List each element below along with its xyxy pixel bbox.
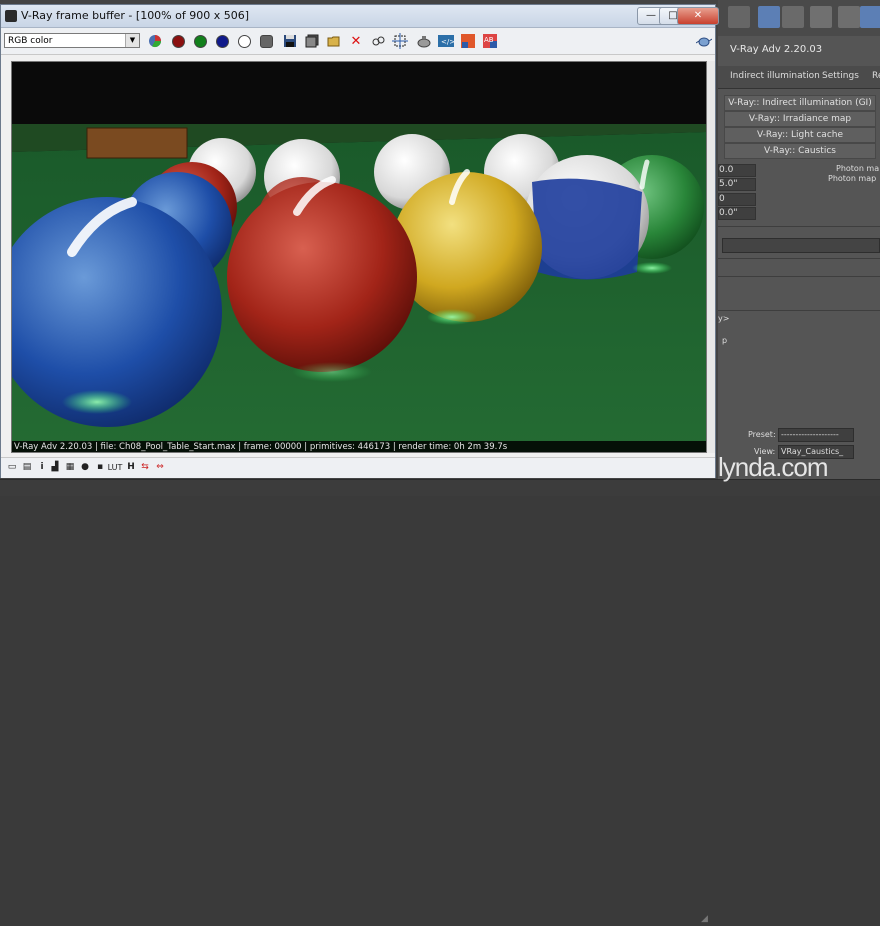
panel-title: V-Ray Adv 2.20.03 — [730, 44, 823, 55]
window-titlebar[interactable]: V-Ray frame buffer - [100% of 900 x 506]… — [1, 5, 719, 28]
hd-icon[interactable]: LUT — [108, 461, 123, 473]
vray-frame-buffer-window: V-Ray frame buffer - [100% of 900 x 506]… — [0, 4, 719, 924]
lut-small-icon[interactable]: ▪ — [94, 461, 106, 473]
render-icon[interactable] — [860, 6, 880, 28]
mono-icon[interactable] — [257, 32, 275, 50]
green-channel-icon[interactable] — [191, 32, 209, 50]
region-render-icon[interactable] — [391, 32, 409, 50]
info-icon[interactable]: i — [36, 461, 48, 473]
render-last-icon[interactable] — [415, 32, 433, 50]
rollout-caustics[interactable]: V-Ray:: Caustics — [724, 143, 876, 159]
divider — [718, 226, 880, 227]
tab-settings[interactable]: Settings — [822, 71, 859, 81]
track-mouse-icon[interactable] — [369, 32, 387, 50]
levels-icon[interactable]: ▤ — [21, 461, 33, 473]
blue-channel-icon[interactable] — [213, 32, 231, 50]
lut-icon[interactable]: </> — [437, 32, 455, 50]
vfb-history-icon[interactable]: AB — [481, 32, 499, 50]
red-channel-icon[interactable] — [169, 32, 187, 50]
pool-table-render — [12, 62, 706, 452]
exposure-icon[interactable]: ▦ — [64, 461, 76, 473]
spinner-1[interactable]: 0.0 — [718, 164, 756, 177]
preset-dropdown[interactable]: -------------------- — [778, 428, 854, 442]
resize-grip-icon[interactable]: ◢ — [701, 914, 713, 926]
misc-label-2: p — [722, 336, 728, 345]
schematic-icon[interactable] — [810, 6, 832, 28]
preset-label: Preset: — [748, 430, 776, 439]
render-info-bar: V-Ray Adv 2.20.03 | file: Ch08_Pool_Tabl… — [12, 441, 706, 452]
channel-select-value: RGB color — [8, 36, 53, 46]
divider — [718, 258, 880, 259]
teapot-icon[interactable] — [695, 32, 713, 50]
compare-icon[interactable]: ⇔ — [154, 461, 166, 473]
color-wheel-icon[interactable] — [146, 32, 164, 50]
vfb-toolbar: RGB color ▼ ✕ </> AB — [1, 28, 715, 55]
spinner-3[interactable]: 0 — [718, 193, 756, 206]
mode-dropdown[interactable] — [722, 238, 880, 253]
spinner-4[interactable]: 0.0" — [718, 207, 756, 220]
material-editor-icon[interactable] — [838, 6, 860, 28]
misc-label-1: y> — [718, 314, 730, 323]
photon-label-2: Photon map — [828, 174, 877, 183]
rollout-gi[interactable]: V-Ray:: Indirect illumination (GI) — [724, 95, 876, 111]
save-icon[interactable] — [281, 32, 299, 50]
curve-editor-icon[interactable] — [782, 6, 804, 28]
divider — [718, 276, 880, 277]
svg-text:</>: </> — [441, 38, 454, 46]
save-all-icon[interactable] — [303, 32, 321, 50]
alpha-channel-icon[interactable] — [235, 32, 253, 50]
rollout-light-cache[interactable]: V-Ray:: Light cache — [724, 127, 876, 143]
watermark-logo: lynda.com — [718, 452, 828, 482]
render-setup-tabs: Indirect illumination Settings Re — [718, 66, 880, 89]
pixel-info-icon[interactable] — [459, 32, 477, 50]
close-button[interactable]: ✕ — [677, 7, 719, 25]
history-icon[interactable]: ⇆ — [139, 461, 151, 473]
render-frame-icon[interactable] — [758, 6, 780, 28]
vfb-bottom-toolbar: ▭ ▤ i ▟ ▦ ● ▪ LUT H ⇆ ⇔ ◢ — [1, 457, 715, 924]
show-corrections-icon[interactable]: ▭ — [6, 461, 18, 473]
render-setup-icon[interactable] — [728, 6, 750, 28]
window-title: V-Ray frame buffer - [100% of 900 x 506] — [21, 9, 250, 22]
chevron-down-icon: ▼ — [125, 34, 139, 47]
vertical-scrollbar[interactable] — [707, 61, 715, 453]
clear-icon[interactable]: ✕ — [347, 32, 365, 50]
histogram-icon[interactable]: ● — [79, 461, 91, 473]
divider — [718, 310, 880, 311]
rollout-irradiance-map[interactable]: V-Ray:: Irradiance map — [724, 111, 876, 127]
bg-icon[interactable]: H — [125, 461, 137, 473]
tab-render-elements[interactable]: Re — [872, 71, 880, 81]
open-icon[interactable] — [325, 32, 343, 50]
tab-indirect-illumination[interactable]: Indirect illumination — [730, 71, 820, 81]
spinner-2[interactable]: 5.0" — [718, 178, 756, 191]
photon-label-1: Photon ma — [836, 164, 880, 173]
channel-select[interactable]: RGB color ▼ — [4, 33, 140, 48]
rendered-image[interactable]: V-Ray Adv 2.20.03 | file: Ch08_Pool_Tabl… — [11, 61, 707, 453]
svg-text:AB: AB — [484, 36, 494, 44]
color-curve-icon[interactable]: ▟ — [49, 461, 61, 473]
vray-app-icon — [5, 10, 17, 22]
main-toolbar — [718, 0, 880, 37]
